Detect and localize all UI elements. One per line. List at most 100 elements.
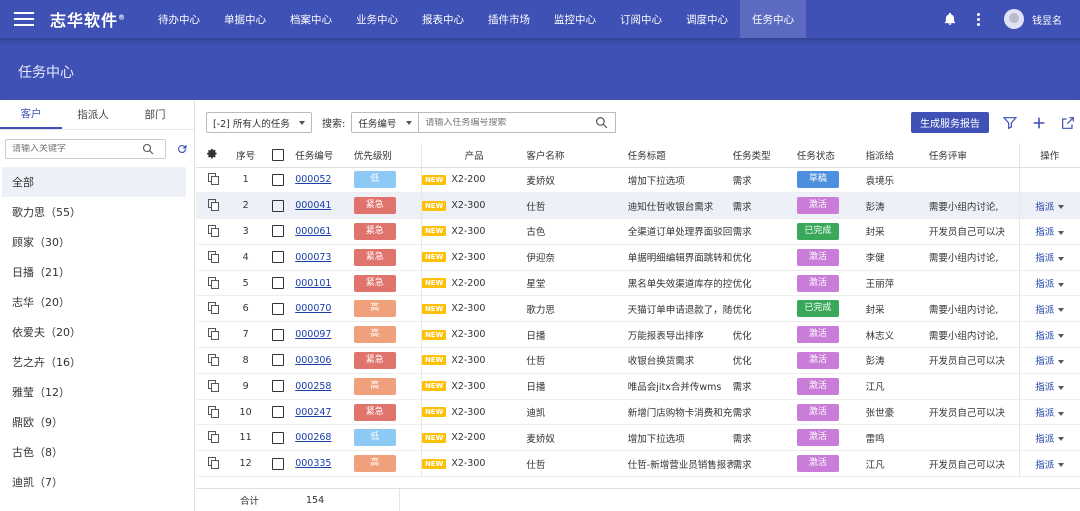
nav-item[interactable]: 调度中心 [674, 0, 740, 38]
search-icon[interactable] [595, 116, 608, 129]
chevron-down-icon[interactable] [1058, 359, 1065, 364]
nav-item[interactable]: 单据中心 [212, 0, 278, 38]
chevron-down-icon[interactable] [1058, 334, 1065, 339]
search-field-select[interactable]: 任务编号 [351, 112, 420, 133]
assign-button[interactable]: 指派 [1035, 434, 1054, 445]
nav-item[interactable]: 业务中心 [344, 0, 410, 38]
table-row[interactable]: 1 000052 低 NEW X2-200 麦娇奴 增加下拉选项 需求 草稿 袁境乐 [196, 167, 1080, 194]
chevron-down-icon[interactable] [1058, 282, 1065, 287]
task-code-link[interactable]: 000258 [295, 381, 331, 392]
col-type[interactable]: 任务类型 [732, 143, 797, 168]
brand-logo[interactable]: 志华软件® [50, 7, 126, 31]
col-code[interactable]: 任务编号 [295, 143, 354, 168]
table-row[interactable]: 2 000041 紧急 NEW X2-300 仕哲 迪知仕哲收银台需求 需求 激活 彭涛 需要小组内… [196, 192, 1080, 220]
sidebar-item[interactable]: 迪凯（7） [2, 467, 186, 497]
task-code-link[interactable]: 000247 [295, 407, 331, 418]
sidebar-item[interactable]: 古色（8） [2, 437, 186, 467]
sidebar-item[interactable]: 艺之卉（16） [2, 347, 186, 377]
row-checkbox[interactable] [272, 457, 285, 470]
copy-icon[interactable] [207, 328, 219, 341]
col-title[interactable]: 任务标题 [627, 143, 733, 168]
table-row[interactable]: 5 000101 紧急 NEW X2-200 星堂 黑名单失效渠道库存的控制 优化 激活 王丽萍 指… [196, 270, 1080, 297]
col-customer[interactable]: 客户名称 [526, 143, 628, 168]
user-name[interactable]: 钱昱名 [1032, 12, 1062, 27]
assign-button[interactable]: 指派 [1035, 382, 1054, 393]
table-row[interactable]: 7 000097 高 NEW X2-300 日播 万能报表导出排序 优化 激活 林志义 需要小组内讨… [196, 321, 1080, 349]
search-icon[interactable] [142, 143, 154, 155]
filter-icon[interactable] [1002, 115, 1018, 131]
copy-icon[interactable] [207, 224, 219, 237]
task-code-link[interactable]: 000268 [295, 432, 331, 443]
col-review[interactable]: 任务评审 [928, 143, 1020, 168]
task-code-link[interactable]: 000101 [295, 278, 331, 289]
sidebar-item[interactable]: 鼎欧（9） [2, 407, 186, 437]
assign-button[interactable]: 指派 [1035, 408, 1054, 419]
copy-icon[interactable] [207, 199, 219, 212]
nav-item[interactable]: 待办中心 [146, 0, 212, 38]
task-search-input[interactable] [425, 117, 596, 128]
task-code-link[interactable]: 000335 [295, 458, 331, 469]
task-code-link[interactable]: 000041 [295, 200, 331, 211]
table-row[interactable]: 3 000061 紧急 NEW X2-300 古色全渠道订单处理界面驳回更改字段需求已完成… [196, 218, 1080, 245]
sidebar-item[interactable]: 日播（21） [2, 257, 186, 287]
more-vert-icon[interactable] [977, 12, 980, 26]
nav-item[interactable]: 插件市场 [476, 0, 542, 38]
chevron-down-icon[interactable] [1058, 205, 1065, 210]
assign-button[interactable]: 指派 [1035, 460, 1054, 471]
sidebar-item[interactable]: 雅莹（12） [2, 377, 186, 407]
copy-icon[interactable] [207, 431, 219, 444]
sidebar-item[interactable]: 依爱夫（20） [2, 317, 186, 347]
row-checkbox[interactable] [272, 431, 285, 444]
sidebar-item[interactable]: 顾家（30） [2, 227, 186, 257]
table-row[interactable]: 8 000306 紧急 NEW X2-300 仕哲 收银台换货需求 优化 激活 彭涛 开发员自己可以… [196, 347, 1080, 374]
sidebar-item[interactable]: 志华（20） [2, 287, 186, 317]
table-row[interactable]: 10 000247 紧急 NEW X2-300 迪凯新增门店购物卡消费和充值查询报表需求激… [196, 399, 1080, 426]
task-code-link[interactable]: 000070 [295, 303, 331, 314]
table-row[interactable]: 12 000335 高 NEW X2-300 仕哲 仕哲-新增营业员销售报表 需求 激活 江凡 开发… [196, 450, 1080, 478]
chevron-down-icon[interactable] [1058, 385, 1065, 390]
task-code-link[interactable]: 000052 [295, 174, 331, 185]
nav-item[interactable]: 订阅中心 [608, 0, 674, 38]
row-checkbox[interactable] [272, 277, 285, 290]
table-row[interactable]: 6 000070 高 NEW X2-300 歌力思天猫订单申请退款了，随单赠品没有自动拦截… [196, 295, 1080, 323]
add-icon[interactable] [1031, 115, 1047, 131]
copy-icon[interactable] [207, 302, 219, 315]
nav-item[interactable]: 报表中心 [410, 0, 476, 38]
row-checkbox[interactable] [272, 328, 285, 341]
row-checkbox[interactable] [272, 199, 285, 212]
row-checkbox[interactable] [272, 225, 285, 238]
assign-button[interactable]: 指派 [1035, 305, 1054, 316]
col-priority[interactable]: 优先级别 [353, 143, 422, 168]
col-assignee[interactable]: 指派给 [865, 143, 929, 168]
bell-icon[interactable] [943, 12, 957, 26]
menu-icon[interactable] [14, 12, 34, 26]
select-all-checkbox[interactable] [272, 148, 285, 161]
col-status[interactable]: 任务状态 [796, 143, 866, 168]
nav-item[interactable]: 监控中心 [542, 0, 608, 38]
assign-button[interactable]: 指派 [1035, 227, 1054, 238]
copy-icon[interactable] [207, 405, 219, 418]
chevron-down-icon[interactable] [1058, 437, 1065, 442]
row-checkbox[interactable] [272, 354, 285, 367]
copy-icon[interactable] [207, 250, 219, 263]
task-filter-select[interactable]: [-2] 所有人的任务 [206, 112, 312, 133]
copy-icon[interactable] [207, 173, 219, 186]
sidebar-tab[interactable]: 客户 [0, 100, 62, 129]
assign-button[interactable]: 指派 [1035, 253, 1054, 264]
avatar[interactable] [1004, 9, 1024, 29]
export-icon[interactable] [1060, 115, 1076, 131]
row-checkbox[interactable] [272, 406, 285, 419]
row-checkbox[interactable] [272, 380, 285, 393]
nav-item[interactable]: 档案中心 [278, 0, 344, 38]
sidebar-item[interactable]: 歌力思（55） [2, 197, 186, 227]
sidebar-tab[interactable]: 指派人 [62, 100, 124, 129]
assign-button[interactable]: 指派 [1035, 202, 1054, 213]
col-product[interactable]: 产品 [421, 143, 527, 168]
row-checkbox[interactable] [272, 302, 285, 315]
sidebar-search-input[interactable] [12, 144, 142, 154]
chevron-down-icon[interactable] [1058, 308, 1065, 313]
copy-icon[interactable] [207, 353, 219, 366]
sidebar-tab[interactable]: 部门 [124, 100, 186, 129]
sidebar-item[interactable]: 全部 [2, 167, 186, 197]
chevron-down-icon[interactable] [1058, 230, 1065, 235]
